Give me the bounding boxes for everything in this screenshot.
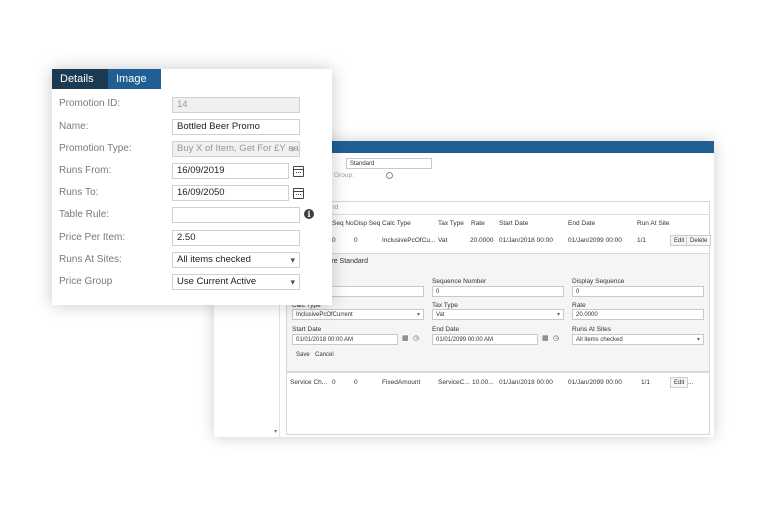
col-seq-no: Seq No xyxy=(332,220,354,227)
price-per-item-label: Price Per Item: xyxy=(59,232,126,243)
screenshot-stage: ▾ Standard Group: ecord Seq No Disp Seq … xyxy=(0,0,768,507)
cell-start-date: 01/Jan/2018 00:00 xyxy=(499,237,553,244)
name-input[interactable]: Bottled Beer Promo xyxy=(172,119,300,135)
promotion-id-label: Promotion ID: xyxy=(59,98,121,109)
runs-at-sites-select[interactable]: All items checked xyxy=(172,252,300,268)
standard-field[interactable]: Standard xyxy=(346,158,432,169)
more-actions[interactable]: ... xyxy=(688,379,693,387)
display-sequence-label: Display Sequence xyxy=(572,278,625,285)
divider xyxy=(286,214,710,215)
cell-end-date: 01/Jan/2099 00:00 xyxy=(568,379,622,386)
cell-calc-type: FixedAmount xyxy=(382,379,421,386)
table-rule-input[interactable] xyxy=(172,207,300,223)
end-date-input[interactable]: 01/01/2099 00:00 AM xyxy=(432,334,538,345)
divider xyxy=(286,372,710,373)
col-rate: Rate xyxy=(471,220,485,227)
group-checkbox[interactable] xyxy=(386,172,393,179)
calendar-icon[interactable]: ▦ xyxy=(542,335,549,343)
start-date-label: Start Date xyxy=(292,326,322,333)
clock-icon[interactable]: ◷ xyxy=(553,335,559,343)
cell-name: Service Ch... xyxy=(290,379,328,386)
price-per-item-input[interactable]: 2.50 xyxy=(172,230,300,246)
cancel-button[interactable]: Cancel xyxy=(312,350,337,361)
sequence-number-label: Sequence Number xyxy=(432,278,487,285)
start-date-input[interactable]: 01/01/2018 00:00 AM xyxy=(292,334,398,345)
calendar-icon[interactable] xyxy=(293,188,304,199)
table-rule-label: Table Rule: xyxy=(59,209,110,220)
promotion-details-dialog: Details Image Promotion ID: 14 Name: Bot… xyxy=(52,69,332,305)
cell-rate: 10.00... xyxy=(472,379,494,386)
delete-button[interactable]: Delete xyxy=(686,235,712,246)
promotion-type-label: Promotion Type: xyxy=(59,143,132,154)
cell-start-date: 01/Jan/2018 00:00 xyxy=(499,379,553,386)
runs-at-sites-label: Runs At Sites: xyxy=(59,254,122,265)
group-label: Group: xyxy=(334,172,354,179)
cell-tax-type: Vat xyxy=(438,237,448,244)
cell-run-at-site: 1/1 xyxy=(637,237,647,244)
rate-input[interactable]: 20.0000 xyxy=(572,309,704,320)
calc-type-select[interactable]: InclusivePcOfCurrent xyxy=(292,309,424,320)
dialog-tabs: Details Image xyxy=(52,69,161,89)
price-group-select[interactable]: Use Current Active xyxy=(172,274,300,290)
cell-disp-seq: 0 xyxy=(354,379,358,386)
col-calc-type: Calc Type xyxy=(382,220,411,227)
calendar-icon[interactable]: ▦ xyxy=(402,335,409,343)
runs-at-sites-label: Runs At Sites xyxy=(572,326,612,333)
col-run-at-site: Run At Site xyxy=(637,220,670,227)
save-button[interactable]: Save xyxy=(293,350,313,361)
cell-run-at-site: 1/1 xyxy=(641,379,651,386)
col-end-date: End Date xyxy=(568,220,596,227)
tab-details[interactable]: Details xyxy=(52,69,108,89)
runs-to-label: Runs To: xyxy=(59,187,99,198)
cell-calc-type: InclusivePcOfCu... xyxy=(382,237,436,244)
info-icon[interactable]: i xyxy=(304,209,314,219)
promotion-type-select: Buy X of Item, Get For £Y ea xyxy=(172,141,300,157)
col-start-date: Start Date xyxy=(499,220,529,227)
cell-seq-no: 0 xyxy=(354,237,358,244)
tax-type-select[interactable]: Vat xyxy=(432,309,564,320)
runs-to-input[interactable]: 16/09/2050 xyxy=(172,185,289,201)
promotion-id-field: 14 xyxy=(172,97,300,113)
scroll-down-arrow-icon[interactable]: ▾ xyxy=(274,428,277,435)
cell-rate: 20.0000 xyxy=(470,237,494,244)
runs-from-input[interactable]: 16/09/2019 xyxy=(172,163,289,179)
price-group-label: Price Group xyxy=(59,276,113,287)
display-sequence-input[interactable]: 0 xyxy=(572,286,704,297)
cell-end-date: 01/Jan/2099 00:00 xyxy=(568,237,622,244)
tab-image[interactable]: Image xyxy=(108,69,161,89)
cell-seq-no: 0 xyxy=(332,379,336,386)
sequence-number-input[interactable]: 0 xyxy=(432,286,564,297)
name-label: Name: xyxy=(59,121,89,132)
runs-from-label: Runs From: xyxy=(59,165,112,176)
edit-button[interactable]: Edit xyxy=(670,377,689,388)
clock-icon[interactable]: ◷ xyxy=(413,335,419,343)
end-date-label: End Date xyxy=(432,326,460,333)
calendar-icon[interactable] xyxy=(293,166,304,177)
runs-at-sites-select[interactable]: All items checked xyxy=(572,334,704,345)
cell-tax-type: ServiceC... xyxy=(438,379,470,386)
col-disp-seq: Disp Seq xyxy=(354,220,381,227)
col-tax-type: Tax Type xyxy=(438,220,464,227)
cell-seq: 0 xyxy=(332,237,336,244)
